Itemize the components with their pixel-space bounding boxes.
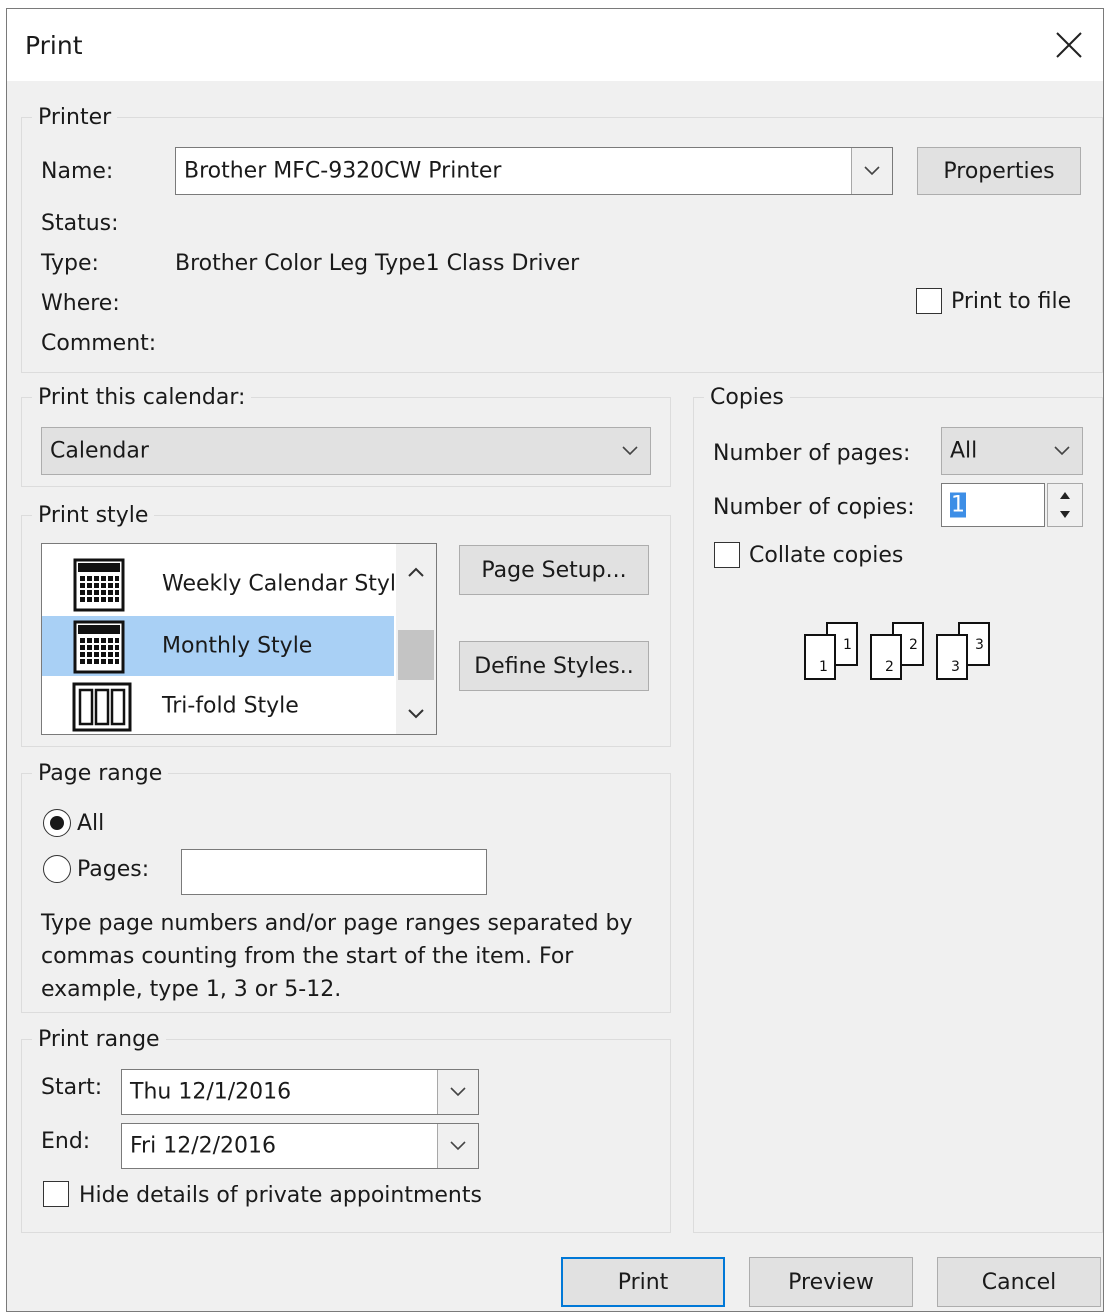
define-styles-button[interactable]: Define Styles.. (459, 641, 649, 691)
printer-group-label: Printer (38, 105, 112, 130)
print-style-label: Monthly Style (162, 633, 313, 659)
printer-dropdown-button[interactable] (851, 148, 892, 194)
svg-text:2: 2 (909, 637, 918, 653)
title-bar: Print (7, 9, 1103, 81)
number-of-copies-label: Number of copies: (713, 495, 915, 520)
status-label: Status: (41, 211, 119, 236)
page-range-help-text: Type page numbers and/or page ranges sep… (41, 911, 633, 1002)
end-label: End: (41, 1129, 91, 1154)
hide-private-label: Hide details of private appointments (79, 1183, 482, 1208)
collate-pages-icon: 11 22 33 (803, 619, 995, 689)
print-style-item-weekly[interactable]: Weekly Calendar Styl (42, 554, 397, 614)
start-date-dropdown-button[interactable] (437, 1070, 478, 1114)
dialog-title: Print (25, 31, 83, 60)
chevron-down-icon (1042, 428, 1082, 474)
copies-spinner[interactable] (1047, 483, 1083, 527)
chevron-up-icon[interactable] (396, 554, 436, 590)
svg-text:1: 1 (819, 659, 828, 675)
number-of-pages-label: Number of pages: (713, 441, 911, 466)
print-dialog: Print Printer Name: Brother MFC-9320CW P… (6, 8, 1104, 1312)
page-setup-button[interactable]: Page Setup... (459, 545, 649, 595)
page-range-group-label: Page range (38, 761, 163, 786)
print-to-file-checkbox[interactable] (916, 288, 942, 314)
calendar-group-label: Print this calendar: (38, 385, 246, 410)
chevron-down-icon[interactable] (396, 696, 436, 732)
start-date-select[interactable]: Thu 12/1/2016 (121, 1069, 479, 1115)
trifold-icon (72, 680, 132, 734)
print-style-group-label: Print style (38, 503, 149, 528)
collate-copies-label: Collate copies (749, 543, 904, 568)
radio-selected-dot (50, 816, 64, 830)
number-of-copies-input[interactable]: 1 (941, 483, 1045, 527)
copies-group-label: Copies (710, 385, 784, 410)
scrollbar-thumb[interactable] (398, 630, 434, 680)
svg-text:1: 1 (843, 637, 852, 653)
end-date-value: Fri 12/2/2016 (130, 1133, 277, 1159)
preview-button[interactable]: Preview (749, 1257, 913, 1307)
where-label: Where: (41, 291, 120, 316)
printer-name-select[interactable]: Brother MFC-9320CW Printer (175, 147, 893, 195)
print-range-group-label: Print range (38, 1027, 160, 1052)
print-style-label: Tri-fold Style (162, 693, 299, 719)
weekly-calendar-icon (72, 558, 126, 618)
comment-label: Comment: (41, 331, 157, 356)
printer-name-value: Brother MFC-9320CW Printer (184, 158, 502, 184)
svg-text:3: 3 (951, 659, 960, 675)
svg-text:3: 3 (975, 637, 984, 653)
close-icon[interactable] (1049, 25, 1089, 65)
spin-down-icon[interactable] (1048, 505, 1082, 526)
print-style-scrollbar[interactable] (396, 544, 436, 734)
start-date-value: Thu 12/1/2016 (130, 1079, 292, 1105)
end-date-select[interactable]: Fri 12/2/2016 (121, 1123, 479, 1169)
print-style-label: Weekly Calendar Styl (162, 571, 397, 597)
calendar-select[interactable]: Calendar (41, 427, 651, 475)
spin-up-icon[interactable] (1048, 484, 1082, 505)
print-style-item-monthly[interactable]: Monthly Style (42, 616, 394, 676)
type-label: Type: (41, 251, 99, 276)
properties-button[interactable]: Properties (917, 147, 1081, 195)
print-to-file-label: Print to file (951, 289, 1072, 314)
cancel-button[interactable]: Cancel (937, 1257, 1101, 1307)
number-of-pages-select[interactable]: All (941, 427, 1083, 475)
print-button[interactable]: Print (561, 1257, 725, 1307)
printer-group: Printer (21, 105, 1103, 373)
calendar-select-value: Calendar (50, 438, 149, 464)
type-value: Brother Color Leg Type1 Class Driver (175, 251, 580, 276)
number-of-copies-value: 1 (950, 492, 966, 518)
start-label: Start: (41, 1075, 103, 1100)
collate-copies-checkbox[interactable] (714, 542, 740, 568)
chevron-down-icon (610, 428, 650, 474)
page-range-pages-label: Pages: (77, 857, 150, 882)
page-range-pages-input[interactable] (181, 849, 487, 895)
printer-name-label: Name: (41, 159, 114, 184)
print-style-item-trifold[interactable]: Tri-fold Style (42, 676, 394, 734)
svg-text:2: 2 (885, 659, 894, 675)
page-range-all-radio[interactable] (43, 809, 71, 837)
page-range-all-label: All (77, 811, 105, 836)
hide-private-checkbox[interactable] (43, 1181, 69, 1207)
monthly-calendar-icon (72, 620, 126, 680)
number-of-pages-value: All (950, 438, 978, 464)
page-range-pages-radio[interactable] (43, 855, 71, 883)
print-style-list[interactable]: Weekly Calendar Styl Monthly Style Tri-f… (41, 543, 437, 735)
end-date-dropdown-button[interactable] (437, 1124, 478, 1168)
